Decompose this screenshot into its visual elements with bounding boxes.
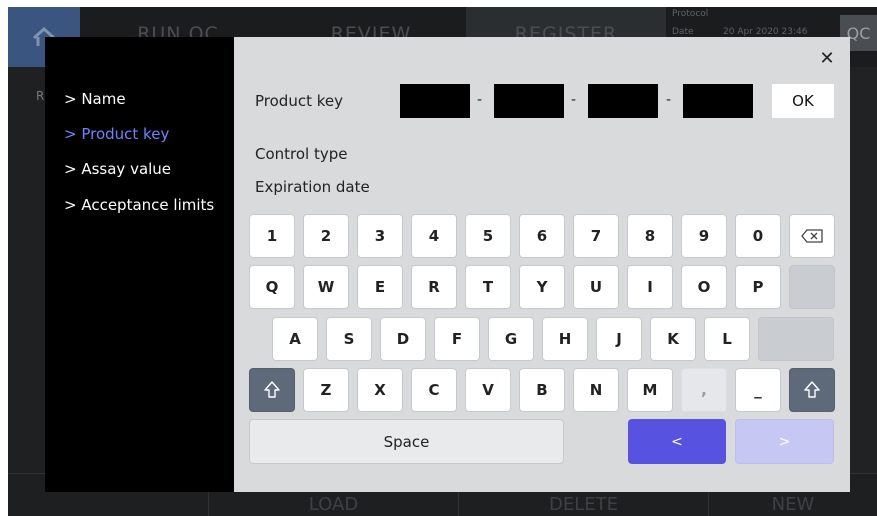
key-q[interactable]: Q [249,265,295,309]
key-n[interactable]: N [573,368,619,412]
key-4[interactable]: 4 [411,214,457,258]
protocol-label: Protocol [672,9,709,19]
key-3[interactable]: 3 [357,214,403,258]
product-key-dialog: ✕ Product key - - - OK Control type Expi… [234,37,850,492]
key-e[interactable]: E [357,265,403,309]
close-button[interactable]: ✕ [816,47,838,69]
key-l[interactable]: L [704,317,750,361]
key-a[interactable]: A [272,317,318,361]
key-5[interactable]: 5 [465,214,511,258]
key-u[interactable]: U [573,265,619,309]
product-key-separator: - [666,92,672,108]
key-r[interactable]: R [411,265,457,309]
key-x[interactable]: X [357,368,403,412]
key-v[interactable]: V [465,368,511,412]
modal-section-nav: > Name > Product key > Assay value > Acc… [45,37,234,492]
key-o[interactable]: O [681,265,727,309]
key-m[interactable]: M [627,368,673,412]
key-1[interactable]: 1 [249,214,295,258]
nav-item-product-key[interactable]: > Product key [64,125,169,143]
product-key-label: Product key [255,92,343,110]
left-strip [8,67,45,516]
key-9[interactable]: 9 [681,214,727,258]
expiration-date-label: Expiration date [255,178,370,196]
shift-left-key[interactable] [249,368,295,412]
key-s[interactable]: S [326,317,372,361]
key-b[interactable]: B [519,368,565,412]
key-0[interactable]: 0 [735,214,781,258]
next-button[interactable]: > [735,419,834,464]
nav-item-acceptance-limits[interactable]: > Acceptance limits [64,196,214,214]
backspace-icon [801,229,823,243]
shift-right-key[interactable] [789,368,835,412]
key-i[interactable]: I [627,265,673,309]
key-f[interactable]: F [434,317,480,361]
key-p[interactable]: P [735,265,781,309]
previous-button[interactable]: < [628,419,726,464]
key-8[interactable]: 8 [627,214,673,258]
backspace-key[interactable] [789,214,835,258]
product-key-field-2[interactable] [494,84,564,118]
key-t[interactable]: T [465,265,511,309]
key-7[interactable]: 7 [573,214,619,258]
shift-icon [264,381,280,398]
key-c[interactable]: C [411,368,457,412]
product-key-separator: - [477,92,483,108]
product-key-field-3[interactable] [588,84,658,118]
key-z[interactable]: Z [303,368,349,412]
nav-item-name[interactable]: > Name [64,90,126,108]
product-key-field-4[interactable] [683,84,753,118]
blank-key[interactable] [789,265,835,309]
key-comma[interactable]: , [681,368,727,412]
product-key-field-1[interactable] [400,84,470,118]
close-icon: ✕ [819,47,835,69]
ok-button[interactable]: OK [772,84,834,118]
shift-icon [804,381,820,398]
key-d[interactable]: D [380,317,426,361]
key-j[interactable]: J [596,317,642,361]
key-2[interactable]: 2 [303,214,349,258]
blank-wide-key[interactable] [758,317,834,361]
space-key[interactable]: Space [249,419,564,464]
key-6[interactable]: 6 [519,214,565,258]
key-g[interactable]: G [488,317,534,361]
control-type-label: Control type [255,145,348,163]
nav-item-assay-value[interactable]: > Assay value [64,160,171,178]
left-fragment-label: R [36,89,45,103]
key-k[interactable]: K [650,317,696,361]
key-y[interactable]: Y [519,265,565,309]
key-w[interactable]: W [303,265,349,309]
product-key-separator: - [571,92,577,108]
key-underscore[interactable]: _ [735,368,781,412]
key-h[interactable]: H [542,317,588,361]
